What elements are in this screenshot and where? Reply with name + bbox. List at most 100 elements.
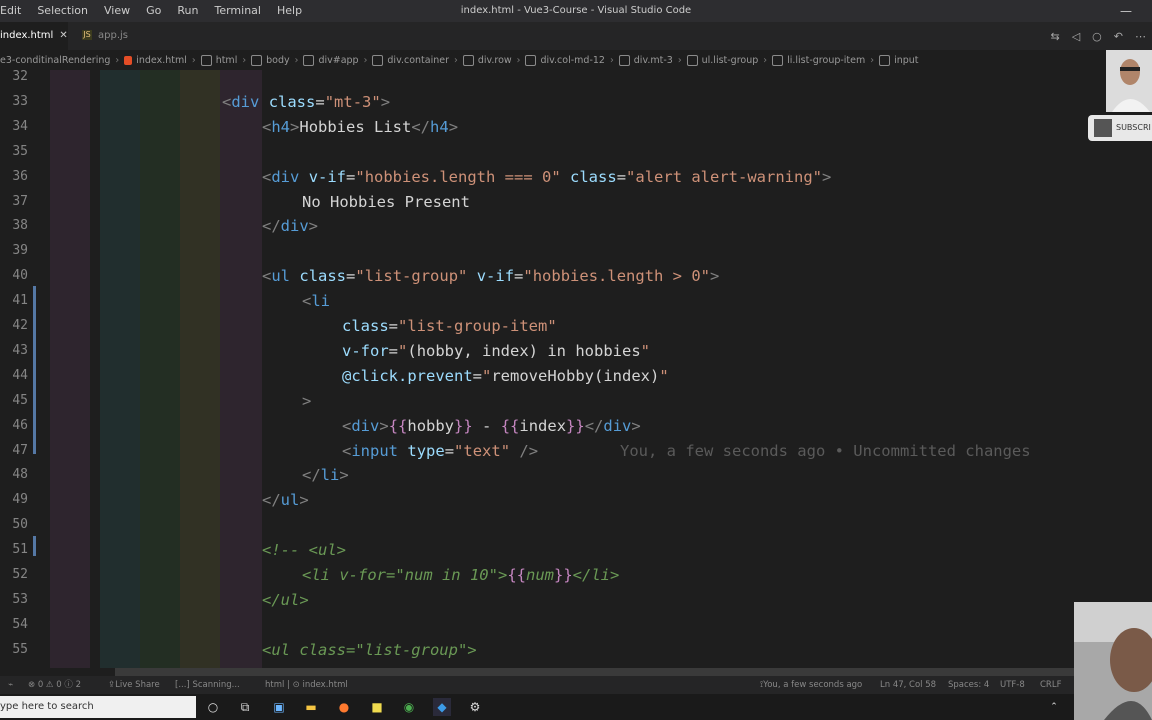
- taskbar-search[interactable]: ype here to search: [0, 696, 196, 718]
- code-line[interactable]: >: [302, 389, 311, 413]
- code-token: div: [351, 416, 380, 435]
- code-line[interactable]: <ul class="list-group" v-if="hobbies.len…: [262, 264, 719, 288]
- tray-chevron-icon[interactable]: ⌃: [1045, 698, 1063, 716]
- code-token: {{: [388, 416, 408, 435]
- code-token: ul: [280, 491, 300, 510]
- code-token: ": [659, 366, 669, 385]
- code-token: type: [407, 441, 445, 460]
- code-line[interactable]: <ul class="list-group">: [262, 638, 477, 662]
- editor-tabs: index.html ✕ JS app.js ⇆ ◁ ○ ↶ ⋯: [0, 22, 1152, 50]
- subscribe-badge[interactable]: SUBSCRI: [1088, 115, 1152, 141]
- breadcrumb-html[interactable]: html ›: [200, 54, 251, 66]
- breadcrumb-app[interactable]: div#app ›: [303, 54, 372, 66]
- code-token: hobby: [407, 416, 455, 435]
- line-number: 51: [12, 542, 28, 558]
- code-area[interactable]: <div class="mt-3"> <h4>Hobbies List</h4> <…: [50, 70, 1150, 668]
- code-token: class: [342, 317, 389, 335]
- compare-changes-icon[interactable]: ⇆: [1050, 30, 1059, 43]
- store-icon[interactable]: ▣: [270, 698, 288, 716]
- cursor-position[interactable]: Ln 47, Col 58: [880, 676, 936, 694]
- code-token: div: [271, 167, 300, 186]
- code-line[interactable]: <div v-if="hobbies.length === 0" class="…: [262, 165, 831, 189]
- breadcrumb-li[interactable]: li.list-group-item ›: [772, 54, 879, 66]
- webcam-overlay: [1106, 50, 1152, 112]
- code-line[interactable]: v-for="(hobby, index) in hobbies": [342, 339, 650, 363]
- code-line[interactable]: </li>: [302, 463, 349, 487]
- code-token: >: [380, 92, 391, 111]
- minimize-icon[interactable]: —: [1120, 0, 1132, 22]
- line-number: 38: [12, 218, 28, 234]
- revert-icon[interactable]: ↶: [1114, 30, 1123, 43]
- code-line[interactable]: <div class="mt-3">: [222, 90, 390, 114]
- file-explorer-icon[interactable]: ▬: [302, 698, 320, 716]
- line-number: 45: [12, 392, 28, 408]
- code-line[interactable]: </ul>: [262, 488, 309, 512]
- code-line[interactable]: </div>: [262, 214, 318, 238]
- tab-app-js[interactable]: JS app.js: [78, 22, 148, 50]
- cortana-icon[interactable]: ○: [204, 698, 222, 716]
- breadcrumb-file[interactable]: index.html ›: [124, 55, 200, 66]
- breadcrumb-row[interactable]: div.row ›: [462, 54, 526, 66]
- code-token: <: [262, 117, 272, 136]
- code-token: >: [302, 391, 312, 410]
- breadcrumb-body[interactable]: body ›: [251, 54, 303, 66]
- language-indicator[interactable]: html | ⊙ index.html: [265, 676, 348, 694]
- code-token: </: [262, 491, 281, 510]
- live-share-button[interactable]: ⇪ Live Share: [108, 676, 160, 694]
- git-blame-annotation: You, a few seconds ago • Uncommitted cha…: [620, 441, 1031, 460]
- code-line[interactable]: </ul>: [262, 588, 309, 612]
- go-back-icon[interactable]: ◁: [1072, 30, 1080, 43]
- sticky-icon[interactable]: ■: [368, 698, 386, 716]
- git-change-marker[interactable]: [33, 286, 36, 454]
- indentation[interactable]: Spaces: 4: [948, 676, 989, 694]
- element-icon: [372, 54, 384, 66]
- tab-index-html[interactable]: index.html ✕: [0, 22, 68, 50]
- firefox-icon[interactable]: ●: [335, 698, 353, 716]
- problems-indicator[interactable]: ⊗ 0 ⚠ 0 ⓘ 2: [28, 676, 81, 694]
- line-number: 42: [12, 318, 28, 333]
- breadcrumb-col[interactable]: div.col-md-12 ›: [525, 54, 618, 66]
- encoding[interactable]: UTF-8: [1000, 676, 1025, 694]
- settings-icon[interactable]: ⚙: [466, 698, 484, 716]
- code-token: >: [822, 167, 832, 186]
- breadcrumb-folder[interactable]: e3-conditinalRendering ›: [0, 55, 124, 66]
- code-token: </: [411, 117, 431, 136]
- line-number: 35: [12, 143, 28, 159]
- code-line[interactable]: <li v-for="num in 10">{{num}}</li>: [302, 563, 619, 587]
- task-view-icon[interactable]: ⧉: [236, 698, 254, 716]
- tab-label: app.js: [98, 30, 128, 41]
- horizontal-scrollbar[interactable]: [115, 668, 1075, 676]
- close-icon[interactable]: ✕: [59, 30, 67, 41]
- breadcrumb-mt3[interactable]: div.mt-3 ›: [618, 54, 687, 66]
- go-forward-icon[interactable]: ○: [1092, 30, 1102, 43]
- code-token: num: [525, 566, 554, 584]
- breadcrumb-ul[interactable]: ul.list-group ›: [686, 54, 772, 66]
- title-bar: Edit Selection View Go Run Terminal Help…: [0, 0, 1152, 22]
- line-number: 56: [0, 667, 28, 668]
- git-change-marker[interactable]: [33, 536, 36, 556]
- code-line[interactable]: @click.prevent="removeHobby(index)": [342, 364, 669, 388]
- code-line[interactable]: No Hobbies Present: [302, 190, 470, 214]
- code-line[interactable]: <li: [302, 289, 330, 313]
- git-blame-status[interactable]: ⟟ You, a few seconds ago: [760, 676, 862, 694]
- breadcrumb: e3-conditinalRendering › index.html › html…: [0, 50, 1152, 70]
- chrome-icon[interactable]: ◉: [400, 698, 418, 716]
- code-line[interactable]: class="list-group-item": [342, 314, 557, 338]
- remote-icon[interactable]: ⌁: [8, 676, 13, 694]
- code-line[interactable]: <h4>Hobbies List</h4>: [262, 115, 458, 139]
- code-editor[interactable]: 32 33 34 35 36 37 38 39 40 41 42 43 44 45 46 47 48 49 50 51…: [0, 70, 1152, 668]
- more-actions-icon[interactable]: ⋯: [1135, 30, 1146, 43]
- code-line[interactable]: <!-- <ul>: [262, 538, 346, 562]
- eol[interactable]: CRLF: [1040, 676, 1061, 694]
- code-line[interactable]: <div>{{hobby}} - {{index}}</div>: [342, 414, 641, 438]
- code-token: index: [519, 416, 567, 435]
- code-token: ": [640, 341, 650, 360]
- code-token: "list-group": [355, 267, 468, 286]
- breadcrumb-container[interactable]: div.container ›: [372, 54, 462, 66]
- code-line[interactable]: <input type="text" /> You, a few seconds …: [342, 439, 1031, 463]
- breadcrumb-input[interactable]: input: [879, 54, 919, 66]
- code-token: >: [299, 491, 309, 510]
- vscode-icon[interactable]: ◆: [433, 698, 451, 716]
